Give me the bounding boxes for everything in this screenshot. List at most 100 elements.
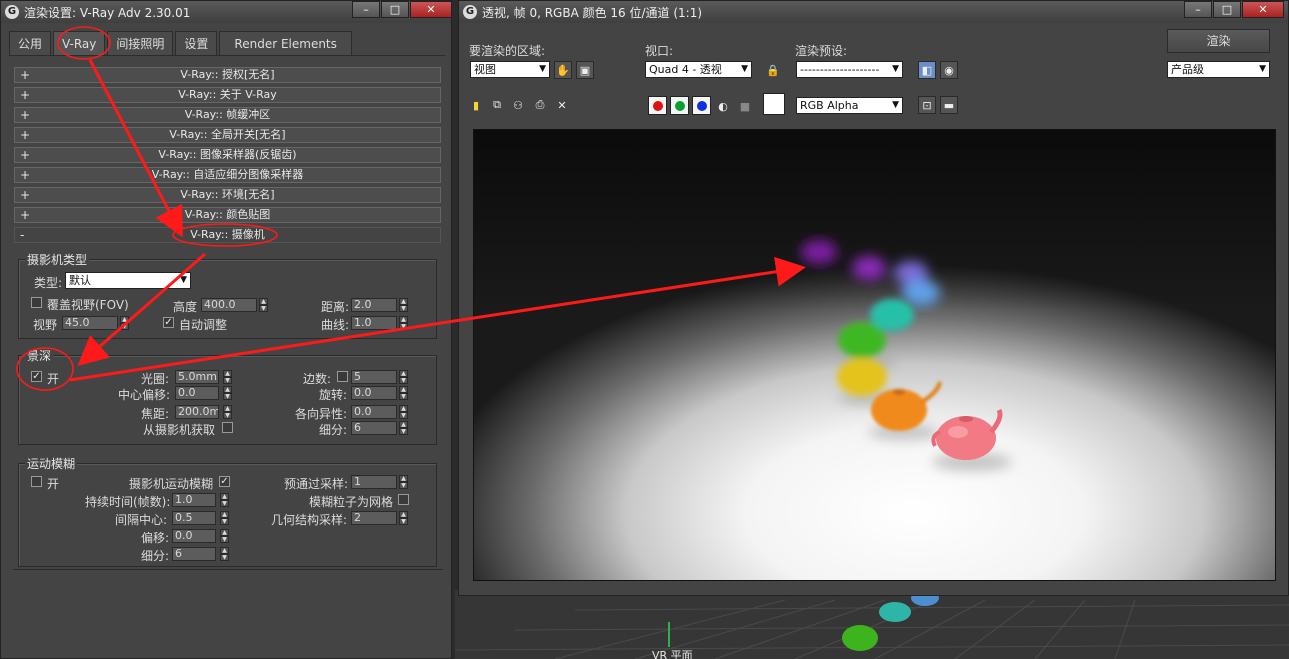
render-button[interactable]: 渲染 [1167,29,1270,53]
render-setup-icon[interactable]: ◧ [918,61,936,79]
background-color-swatch[interactable] [763,93,785,115]
tab-settings[interactable]: 设置 [175,31,218,55]
channel-display-dropdown[interactable]: RGB Alpha ▼ [796,97,903,114]
rollout-image-sampler[interactable]: + V-Ray:: 图像采样器(反锯齿) [14,147,441,163]
mb-subdivs-spinner[interactable]: ▲ ▼ [220,547,229,561]
bias-input[interactable]: 0.0 [172,529,216,543]
sides-label: 边数: [303,372,332,386]
fov-input[interactable]: 45.0 [62,316,118,330]
blue-channel-icon[interactable] [692,96,711,115]
aperture-input[interactable]: 5.0mm [175,370,219,384]
distance-input[interactable]: 2.0 [351,298,397,312]
clear-icon[interactable]: ✕ [553,96,571,114]
duration-input[interactable]: 1.0 [172,493,216,507]
prepass-samples-input[interactable]: 1 [351,475,397,489]
interval-center-spinner[interactable]: ▲ ▼ [220,511,229,525]
fov-spinner[interactable]: ▲ ▼ [120,316,129,330]
save-image-icon[interactable]: ▮ [467,96,485,114]
rollout-environment[interactable]: + V-Ray:: 环境[无名] [14,187,441,203]
rollout-label: V-Ray:: 关于 V-Ray [178,88,277,101]
rollout-camera[interactable]: - V-Ray:: 摄像机 [14,227,441,243]
dof-on-checkbox[interactable]: ✓ [31,371,42,382]
mb-subdivs-input[interactable]: 6 [172,547,216,561]
render-quality-dropdown[interactable]: 产品级 ▼ [1167,61,1270,78]
curve-spinner[interactable]: ▲ ▼ [399,316,408,330]
print-icon[interactable]: ⎙ [531,96,549,114]
dof-subdivs-spinner[interactable]: ▲ ▼ [399,421,408,435]
rotation-spinner[interactable]: ▲ ▼ [399,386,408,400]
camera-motion-blur-checkbox[interactable]: ✓ [219,476,230,487]
sides-input[interactable]: 5 [351,370,397,384]
close-icon[interactable]: ✕ [410,1,452,18]
rollout-about[interactable]: + V-Ray:: 关于 V-Ray [14,87,441,103]
display-toggle-icon[interactable]: ⊡ [918,96,936,114]
dof-subdivs-input[interactable]: 6 [351,421,397,435]
alpha-channel-icon[interactable]: ◐ [714,97,732,115]
green-channel-icon[interactable] [670,96,689,115]
center-bias-label: 中心偏移: [118,388,171,402]
camera-type-dropdown[interactable]: 默认 ▼ [65,272,191,289]
tab-vray[interactable]: V-Ray [53,31,106,55]
tab-render-elements[interactable]: Render Elements [219,31,352,55]
focal-distance-spinner[interactable]: ▲ ▼ [223,405,232,419]
rollout-adaptive-subdivision[interactable]: + V-Ray:: 自适应细分图像采样器 [14,167,441,183]
rollout-color-mapping[interactable]: + V-Ray:: 颜色贴图 [14,207,441,223]
tab-indirect-illumination[interactable]: 间接照明 [107,31,174,55]
rollout-label: V-Ray:: 帧缓冲区 [184,108,271,121]
rollout-expand-icon: + [20,108,31,122]
maximize-icon[interactable]: □ [381,1,409,18]
duration-spinner[interactable]: ▲ ▼ [220,493,229,507]
rollout-global-switches[interactable]: + V-Ray:: 全局开关[无名] [14,127,441,143]
tab-common[interactable]: 公用 [9,31,52,55]
sides-checkbox[interactable] [337,371,348,382]
from-camera-checkbox[interactable] [222,422,233,433]
prepass-samples-spinner[interactable]: ▲ ▼ [399,475,408,489]
interval-center-input[interactable]: 0.5 [172,511,216,525]
environment-effects-icon[interactable]: ◉ [940,61,958,79]
viewport-grid [455,590,1289,659]
distance-spinner[interactable]: ▲ ▼ [399,298,408,312]
auto-adjust-checkbox[interactable]: ✓ [163,317,174,328]
render-preset-dropdown[interactable]: -------------------- ▼ [796,61,903,78]
geometry-samples-spinner[interactable]: ▲ ▼ [399,511,408,525]
dropdown-value: Quad 4 - 透视 [649,63,722,76]
minimize-icon[interactable]: – [352,1,380,18]
minimize-icon[interactable]: – [1184,1,1212,18]
center-bias-spinner[interactable]: ▲ ▼ [223,386,232,400]
edit-region-icon[interactable]: ✋ [554,61,572,79]
monochrome-icon[interactable]: ■ [736,97,754,115]
teapot-purple-dark [801,240,837,264]
viewport-dropdown[interactable]: Quad 4 - 透视 ▼ [645,61,752,78]
aperture-spinner[interactable]: ▲ ▼ [223,370,232,384]
rollout-expand-icon: + [20,68,31,82]
anisotropy-input[interactable]: 0.0 [351,405,397,419]
area-to-render-dropdown[interactable]: 视图 ▼ [470,61,550,78]
maximize-icon[interactable]: □ [1213,1,1241,18]
frame-display-icon[interactable]: ▬ [940,96,958,114]
lock-icon[interactable]: 🔒 [764,61,782,79]
render-setup-window: G 渲染设置: V-Ray Adv 2.30.01 – □ ✕ 公用 V-Ray… [0,0,452,659]
close-icon[interactable]: ✕ [1242,1,1284,18]
render-setup-tabs: 公用 V-Ray 间接照明 设置 Render Elements [9,31,354,55]
frame-buffer-titlebar[interactable]: G 透视, 帧 0, RGBA 颜色 16 位/通道 (1:1) [459,1,1288,23]
height-input[interactable]: 400.0 [201,298,257,312]
rollout-authorization[interactable]: + V-Ray:: 授权[无名] [14,67,441,83]
rollout-frame-buffer[interactable]: + V-Ray:: 帧缓冲区 [14,107,441,123]
anisotropy-spinner[interactable]: ▲ ▼ [399,405,408,419]
clone-window-icon[interactable]: ⚇ [509,96,527,114]
override-fov-checkbox[interactable] [31,297,42,308]
rotation-input[interactable]: 0.0 [351,386,397,400]
motion-blur-on-checkbox[interactable] [31,476,42,487]
bias-spinner[interactable]: ▲ ▼ [220,529,229,543]
center-bias-input[interactable]: 0.0 [175,386,219,400]
auto-region-icon[interactable]: ▣ [576,61,594,79]
blur-particles-checkbox[interactable] [398,494,409,505]
sides-spinner[interactable]: ▲ ▼ [399,370,408,384]
render-preset-label: 渲染预设: [795,44,848,58]
geometry-samples-input[interactable]: 2 [351,511,397,525]
focal-distance-input[interactable]: 200.0mi [175,405,219,419]
curve-input[interactable]: 1.0 [351,316,397,330]
copy-image-icon[interactable]: ⧉ [488,96,506,114]
red-channel-icon[interactable] [648,96,667,115]
height-spinner[interactable]: ▲ ▼ [259,298,268,312]
